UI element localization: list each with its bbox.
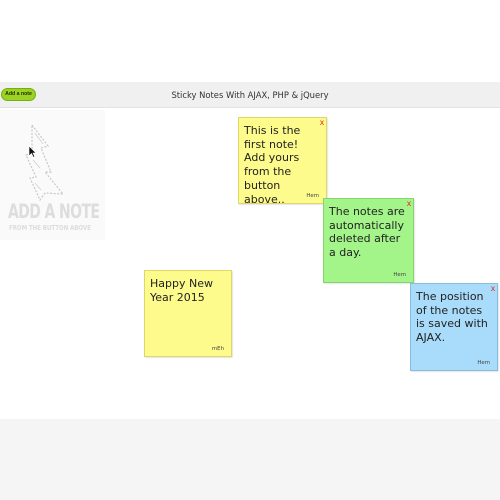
note-text: The notes are automatically deleted afte…	[329, 205, 405, 260]
sticky-note[interactable]: This is the first note! Add yours from t…	[238, 117, 327, 206]
bottom-margin	[0, 419, 500, 500]
sticky-note[interactable]: The notes are automatically deleted afte…	[323, 198, 414, 283]
mouse-pointer-icon	[28, 145, 37, 158]
sticky-note[interactable]: Happy New Year 2015 mEh	[144, 270, 232, 357]
note-author: Hem	[477, 360, 490, 366]
delete-note-icon[interactable]: x	[407, 198, 411, 208]
arrow-up-icon	[25, 123, 65, 202]
add-note-button[interactable]: Add a note	[1, 88, 36, 101]
note-text: Happy New Year 2015	[150, 277, 213, 304]
note-text: The position of the notes is saved with …	[416, 290, 488, 345]
note-author: Hem	[393, 272, 406, 278]
delete-note-icon[interactable]: x	[491, 283, 495, 293]
hint-title: ADD A NOTE	[8, 201, 100, 224]
hint-subtitle: FROM THE BUTTON ABOVE	[9, 225, 91, 233]
top-margin	[0, 0, 500, 82]
delete-note-icon[interactable]: x	[320, 117, 324, 127]
note-author: mEh	[211, 346, 224, 352]
page-title: Sticky Notes With AJAX, PHP & jQuery	[171, 90, 329, 100]
sticky-note[interactable]: The position of the notes is saved with …	[410, 283, 498, 371]
note-author: Hem	[306, 193, 319, 199]
